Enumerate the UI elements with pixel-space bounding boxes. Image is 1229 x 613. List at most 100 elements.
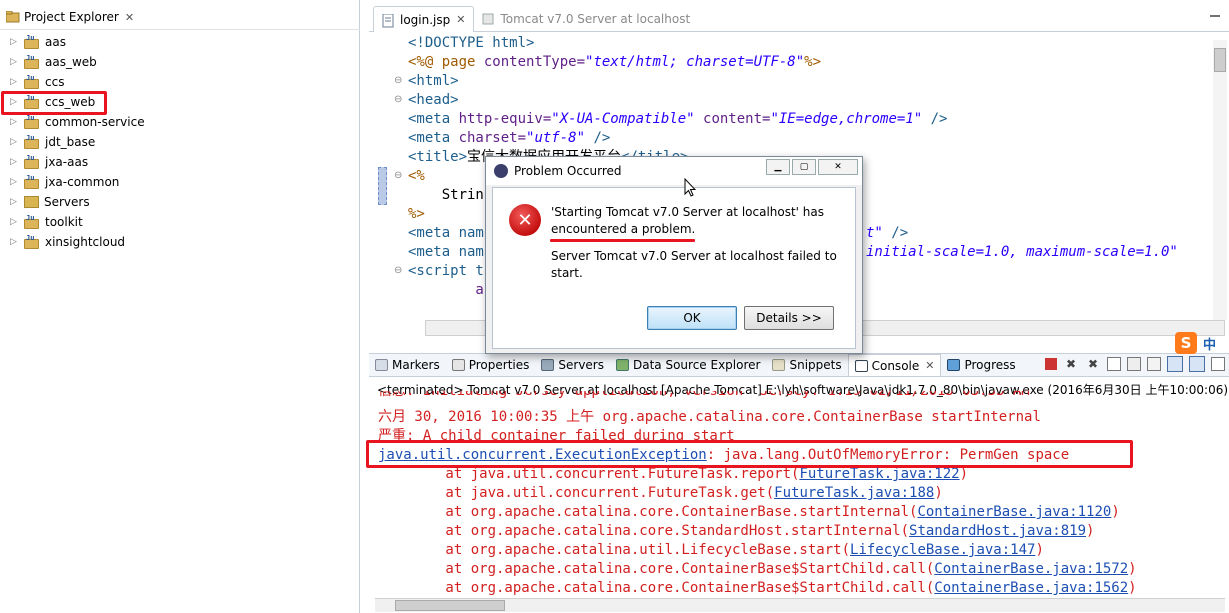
scroll-lock-icon[interactable] xyxy=(1127,357,1141,371)
jsp-file-icon xyxy=(382,13,396,27)
editor-vertical-scrollbar[interactable] xyxy=(1213,40,1227,320)
code-token: <!DOCTYPE html> xyxy=(408,35,535,51)
console-line: at java.util.concurrent.FutureTask.get(F… xyxy=(378,484,942,503)
console-link[interactable]: ContainerBase.java:1562 xyxy=(934,580,1128,596)
code-line: <meta nam xyxy=(408,224,484,243)
code-token: <head> xyxy=(408,92,459,108)
close-icon[interactable]: ✕ xyxy=(818,159,858,175)
console-text: ) xyxy=(1128,580,1137,596)
pin-console-icon[interactable] xyxy=(1167,356,1183,372)
console-line: at org.apache.catalina.core.ContainerBas… xyxy=(378,560,1136,579)
close-icon[interactable]: ✕ xyxy=(125,11,134,24)
editor-tab-tomcat-server[interactable]: Tomcat v7.0 Server at localhost xyxy=(474,6,698,32)
editor-tab-login-jsp[interactable]: login.jsp ✕ xyxy=(373,6,475,32)
dialog-body: ✕ 'Starting Tomcat v7.0 Server at localh… xyxy=(492,187,856,349)
web-project-icon: Ju xyxy=(24,114,40,129)
fold-icon[interactable]: ⊖ xyxy=(394,94,402,105)
fold-icon[interactable]: ⊖ xyxy=(394,170,402,181)
terminate-icon[interactable] xyxy=(1045,358,1057,370)
console-link[interactable]: StandardHost.java:819 xyxy=(909,523,1086,539)
tree-item-aas[interactable]: ▷ Ju aas xyxy=(10,32,66,52)
code-line: %> xyxy=(408,205,425,224)
expand-arrow-icon[interactable]: ▷ xyxy=(10,197,20,207)
expand-arrow-icon[interactable]: ▷ xyxy=(10,237,20,247)
expand-arrow-icon[interactable]: ▷ xyxy=(10,157,20,167)
folder-icon xyxy=(24,196,39,208)
code-token: <meta nam xyxy=(408,225,484,241)
code-token: %> xyxy=(804,54,822,70)
code-token: http-equiv= xyxy=(458,111,552,127)
console-link[interactable]: ContainerBase.java:1120 xyxy=(917,504,1111,520)
console-link[interactable]: ContainerBase.java:1572 xyxy=(934,561,1128,577)
project-explorer-tab[interactable]: Project Explorer ✕ xyxy=(0,6,360,28)
console-link[interactable]: LifecycleBase.java:147 xyxy=(850,542,1035,558)
editor-minimize-icon[interactable] xyxy=(1209,10,1221,25)
code-token: <meta xyxy=(408,130,459,146)
expand-arrow-icon[interactable]: ▷ xyxy=(10,177,20,187)
web-project-icon: Ju xyxy=(24,134,40,149)
code-token: <html> xyxy=(408,73,459,89)
tab-console[interactable]: Console ✕ xyxy=(847,354,942,376)
dialog-title: Problem Occurred xyxy=(514,164,622,178)
ok-button[interactable]: OK xyxy=(647,306,737,330)
tab-label: Properties xyxy=(468,358,530,372)
console-horizontal-scroll-thumb[interactable] xyxy=(395,600,505,611)
fold-icon[interactable]: ⊖ xyxy=(394,75,402,86)
code-token: a xyxy=(408,282,484,298)
tab-data-source-explorer[interactable]: Data Source Explorer xyxy=(610,354,766,376)
minimize-icon[interactable]: ▁ xyxy=(766,159,790,175)
code-token: t" xyxy=(866,225,883,241)
expand-arrow-icon[interactable]: ▷ xyxy=(10,57,20,67)
project-explorer-icon xyxy=(5,10,20,23)
editor-vertical-scroll-thumb[interactable] xyxy=(1214,48,1226,72)
tab-snippets[interactable]: Snippets xyxy=(766,354,847,376)
console-link[interactable]: FutureTask.java:188 xyxy=(774,485,934,501)
tree-item-ccs[interactable]: ▷ Ju ccs xyxy=(10,72,64,92)
remove-all-terminated-icon[interactable]: ✖ xyxy=(1085,356,1101,372)
expand-arrow-icon[interactable]: ▷ xyxy=(10,117,20,127)
markers-icon xyxy=(375,359,388,371)
tree-item-aas-web[interactable]: ▷ Ju aas_web xyxy=(10,52,97,72)
expand-arrow-icon[interactable]: ▷ xyxy=(10,77,20,87)
maximize-icon[interactable]: ▢ xyxy=(792,159,816,175)
editor-tab-label: login.jsp xyxy=(400,12,451,27)
code-token: Strin xyxy=(408,187,484,203)
close-icon[interactable]: ✕ xyxy=(456,13,465,26)
console-line: at org.apache.catalina.core.ContainerBas… xyxy=(378,503,1120,522)
console-text: ) xyxy=(1111,504,1120,520)
tree-item-label: toolkit xyxy=(45,215,83,229)
code-token: <script t xyxy=(408,263,484,279)
tree-item-common-service[interactable]: ▷ Ju common-service xyxy=(10,112,145,132)
word-wrap-icon[interactable] xyxy=(1147,357,1161,371)
close-icon[interactable]: ✕ xyxy=(925,359,934,372)
tree-item-xinsightcloud[interactable]: ▷ Ju xinsightcloud xyxy=(10,232,125,252)
tree-item-toolkit[interactable]: ▷ Ju toolkit xyxy=(10,212,83,232)
remove-launch-icon[interactable]: ✖ xyxy=(1063,356,1079,372)
window-controls: ▁ ▢ ✕ xyxy=(766,159,858,175)
mouse-cursor-icon xyxy=(684,177,697,201)
display-selected-console-icon[interactable] xyxy=(1189,356,1205,372)
tab-progress[interactable]: Progress xyxy=(941,354,1021,376)
tree-item-jxa-common[interactable]: ▷ Ju jxa-common xyxy=(10,172,119,192)
tab-servers[interactable]: Servers xyxy=(535,354,610,376)
web-project-icon: Ju xyxy=(24,214,40,229)
tree-item-jxa-aas[interactable]: ▷ Ju jxa-aas xyxy=(10,152,88,172)
console-text: at java.util.concurrent.FutureTask.repor… xyxy=(378,466,800,482)
code-token: charset= xyxy=(458,130,527,146)
expand-arrow-icon[interactable]: ▷ xyxy=(10,37,20,47)
details-button[interactable]: Details >> xyxy=(744,306,834,330)
properties-icon xyxy=(451,359,465,371)
tree-item-jdt-base[interactable]: ▷ Ju jdt_base xyxy=(10,132,95,152)
open-console-icon[interactable] xyxy=(1211,357,1225,371)
expand-arrow-icon[interactable]: ▷ xyxy=(10,137,20,147)
tree-item-servers[interactable]: ▷ Servers xyxy=(10,192,90,212)
console-text: at org.apache.catalina.core.ContainerBas… xyxy=(378,504,918,520)
tab-properties[interactable]: Properties xyxy=(446,354,536,376)
fold-icon[interactable]: ⊖ xyxy=(394,265,402,276)
expand-arrow-icon[interactable]: ▷ xyxy=(10,217,20,227)
console-link[interactable]: FutureTask.java:122 xyxy=(799,466,959,482)
ime-indicator[interactable]: S 中 xyxy=(1175,331,1227,355)
code-line: initial-scale=1.0, maximum-scale=1.0" xyxy=(866,243,1178,262)
clear-console-icon[interactable] xyxy=(1107,357,1121,371)
tab-markers[interactable]: Markers xyxy=(369,354,446,376)
